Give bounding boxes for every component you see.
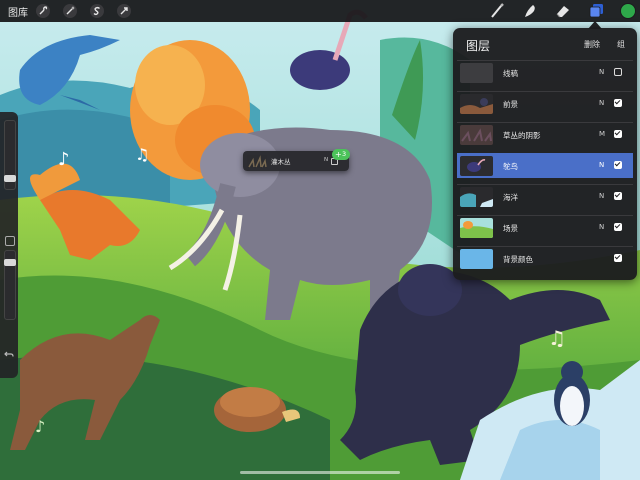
layer-name: 背景颜色 [503, 255, 533, 264]
layer-thumbnail [460, 249, 493, 269]
s-selection-icon[interactable] [89, 3, 105, 19]
layer-row[interactable]: 鸵鸟 N [457, 153, 633, 178]
layer-visibility-checkbox[interactable] [614, 68, 622, 76]
layer-thumbnail [460, 63, 493, 83]
layer-name: 前景 [503, 100, 518, 109]
layer-blend-mode: N [324, 157, 329, 163]
brush-size-slider[interactable] [4, 120, 16, 190]
opacity-slider[interactable] [4, 250, 16, 320]
plus-icon: + [335, 150, 342, 159]
gallery-button[interactable]: 图库 [8, 4, 28, 19]
svg-text:♫: ♫ [548, 326, 566, 350]
layer-row[interactable]: 前景 N [457, 91, 633, 116]
top-toolbar: 图库 [0, 0, 640, 22]
layer-visibility-checkbox[interactable] [614, 99, 622, 107]
brush-icon[interactable] [488, 2, 506, 20]
magic-wand-icon[interactable] [62, 3, 78, 19]
layer-thumbnail [460, 156, 493, 176]
layer-row[interactable]: 海洋 N [457, 184, 633, 209]
layer-row[interactable]: 场景 N [457, 215, 633, 240]
transform-arrow-icon[interactable] [116, 3, 132, 19]
layer-visibility-checkbox[interactable] [614, 161, 622, 169]
layer-count-badge: + 3 [332, 149, 350, 160]
svg-text:♫: ♫ [135, 145, 149, 164]
brush-size-handle[interactable] [4, 175, 16, 182]
wrench-icon[interactable] [35, 3, 51, 19]
home-indicator[interactable] [240, 471, 400, 474]
layer-row[interactable]: 线稿 N [457, 60, 633, 85]
layer-visibility-checkbox[interactable] [614, 223, 622, 231]
layer-name: 线稿 [503, 69, 518, 78]
badge-count: 3 [342, 150, 347, 158]
layer-name: 海洋 [503, 193, 518, 202]
layer-thumbnail [460, 187, 493, 207]
layer-blend-mode[interactable]: N [599, 161, 604, 169]
dragged-layer-name: 灌木丛 [271, 158, 291, 166]
group-button[interactable]: 组 [617, 39, 625, 50]
layers-panel: 图层 删除 组 线稿 N 前景 N 草丛的阴影 M 鸵鸟 N 海洋 N 场景 N… [453, 28, 637, 280]
delete-button[interactable]: 删除 [584, 39, 600, 50]
layer-visibility-checkbox[interactable] [614, 130, 622, 138]
layer-thumbnail [247, 154, 267, 168]
smudge-icon[interactable] [521, 2, 539, 20]
opacity-handle[interactable] [4, 259, 16, 266]
eraser-icon[interactable] [554, 2, 572, 20]
modify-button[interactable] [5, 236, 15, 246]
color-icon[interactable] [619, 2, 637, 20]
layer-visibility-checkbox[interactable] [614, 192, 622, 200]
layer-thumbnail [460, 218, 493, 238]
svg-text:♪: ♪ [58, 149, 70, 170]
layers-panel-title: 图层 [466, 39, 491, 53]
layer-visibility-checkbox[interactable] [614, 254, 622, 262]
layer-blend-mode[interactable]: N [599, 99, 604, 107]
layer-blend-mode[interactable]: N [599, 192, 604, 200]
layers-icon[interactable] [587, 2, 605, 20]
layer-name: 鸵鸟 [503, 162, 518, 171]
layer-thumbnail [460, 125, 493, 145]
svg-text:♪: ♪ [35, 417, 45, 436]
undo-icon[interactable] [4, 344, 14, 357]
layer-row[interactable]: 草丛的阴影 M [457, 122, 633, 147]
layer-row[interactable]: 背景颜色 [457, 246, 633, 271]
layer-name: 草丛的阴影 [503, 131, 541, 140]
layer-blend-mode[interactable]: M [599, 130, 605, 138]
layer-blend-mode[interactable]: N [599, 68, 604, 76]
layer-blend-mode[interactable]: N [599, 223, 604, 231]
left-sidebar [0, 112, 18, 378]
layer-name: 场景 [503, 224, 518, 233]
layer-thumbnail [460, 94, 493, 114]
